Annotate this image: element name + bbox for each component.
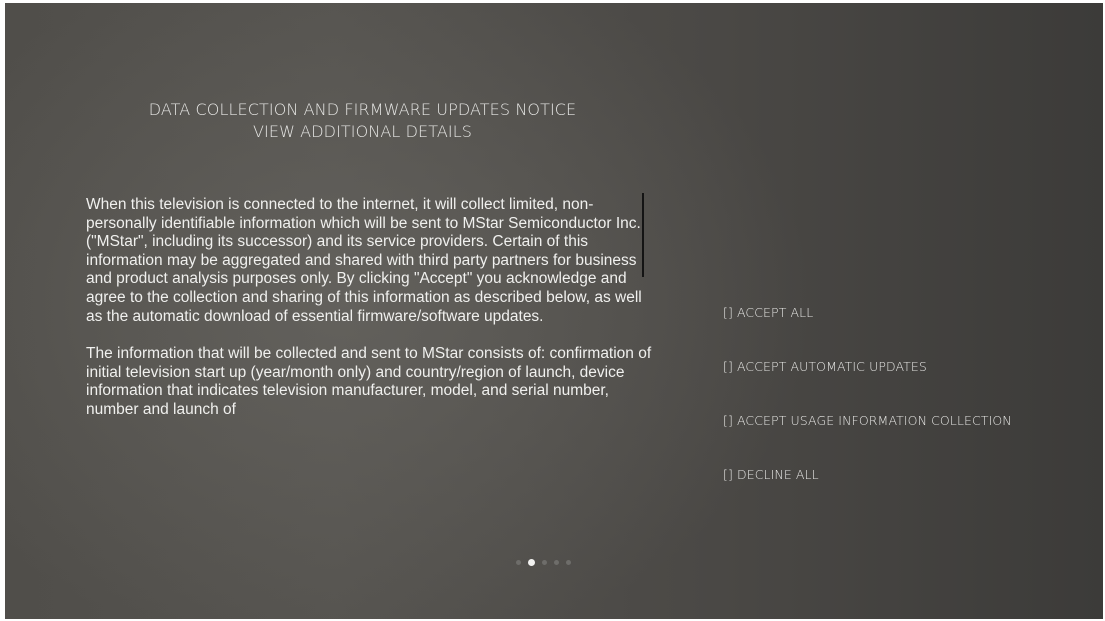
checkbox-icon: []	[723, 305, 733, 320]
accept-usage-collection-option[interactable]: [] ACCEPT USAGE INFORMATION COLLECTION	[723, 413, 1012, 428]
notice-paragraph-2: The information that will be collected a…	[86, 345, 652, 418]
page-dot[interactable]	[554, 559, 559, 565]
option-label: ACCEPT USAGE INFORMATION COLLECTION	[736, 413, 1012, 428]
accept-all-option[interactable]: [] ACCEPT ALL	[723, 305, 813, 320]
option-label: DECLINE ALL	[736, 467, 819, 482]
accept-automatic-updates-option[interactable]: [] ACCEPT AUTOMATIC UPDATES	[723, 359, 927, 374]
page-indicator	[516, 558, 578, 566]
page-dot[interactable]	[516, 559, 521, 565]
option-label: ACCEPT AUTOMATIC UPDATES	[736, 359, 927, 374]
notice-text-area[interactable]: When this television is connected to the…	[86, 196, 656, 526]
checkbox-icon: []	[723, 413, 733, 428]
view-details-link[interactable]: VIEW ADDITIONAL DETAILS	[65, 121, 660, 143]
page-dot-active[interactable]	[528, 558, 535, 566]
checkbox-icon: []	[723, 359, 733, 374]
notice-title: DATA COLLECTION AND FIRMWARE UPDATES NOT…	[148, 100, 577, 119]
option-label: ACCEPT ALL	[736, 305, 814, 320]
checkbox-icon: []	[723, 467, 733, 482]
decline-all-option[interactable]: [] DECLINE ALL	[723, 467, 819, 482]
page-dot[interactable]	[542, 559, 547, 565]
page-dot[interactable]	[566, 559, 571, 565]
notice-paragraph-1: When this television is connected to the…	[86, 196, 642, 325]
scrollbar-thumb[interactable]	[642, 193, 644, 277]
notice-header: DATA COLLECTION AND FIRMWARE UPDATES NOT…	[65, 99, 660, 143]
tv-screen: DATA COLLECTION AND FIRMWARE UPDATES NOT…	[5, 3, 1103, 619]
